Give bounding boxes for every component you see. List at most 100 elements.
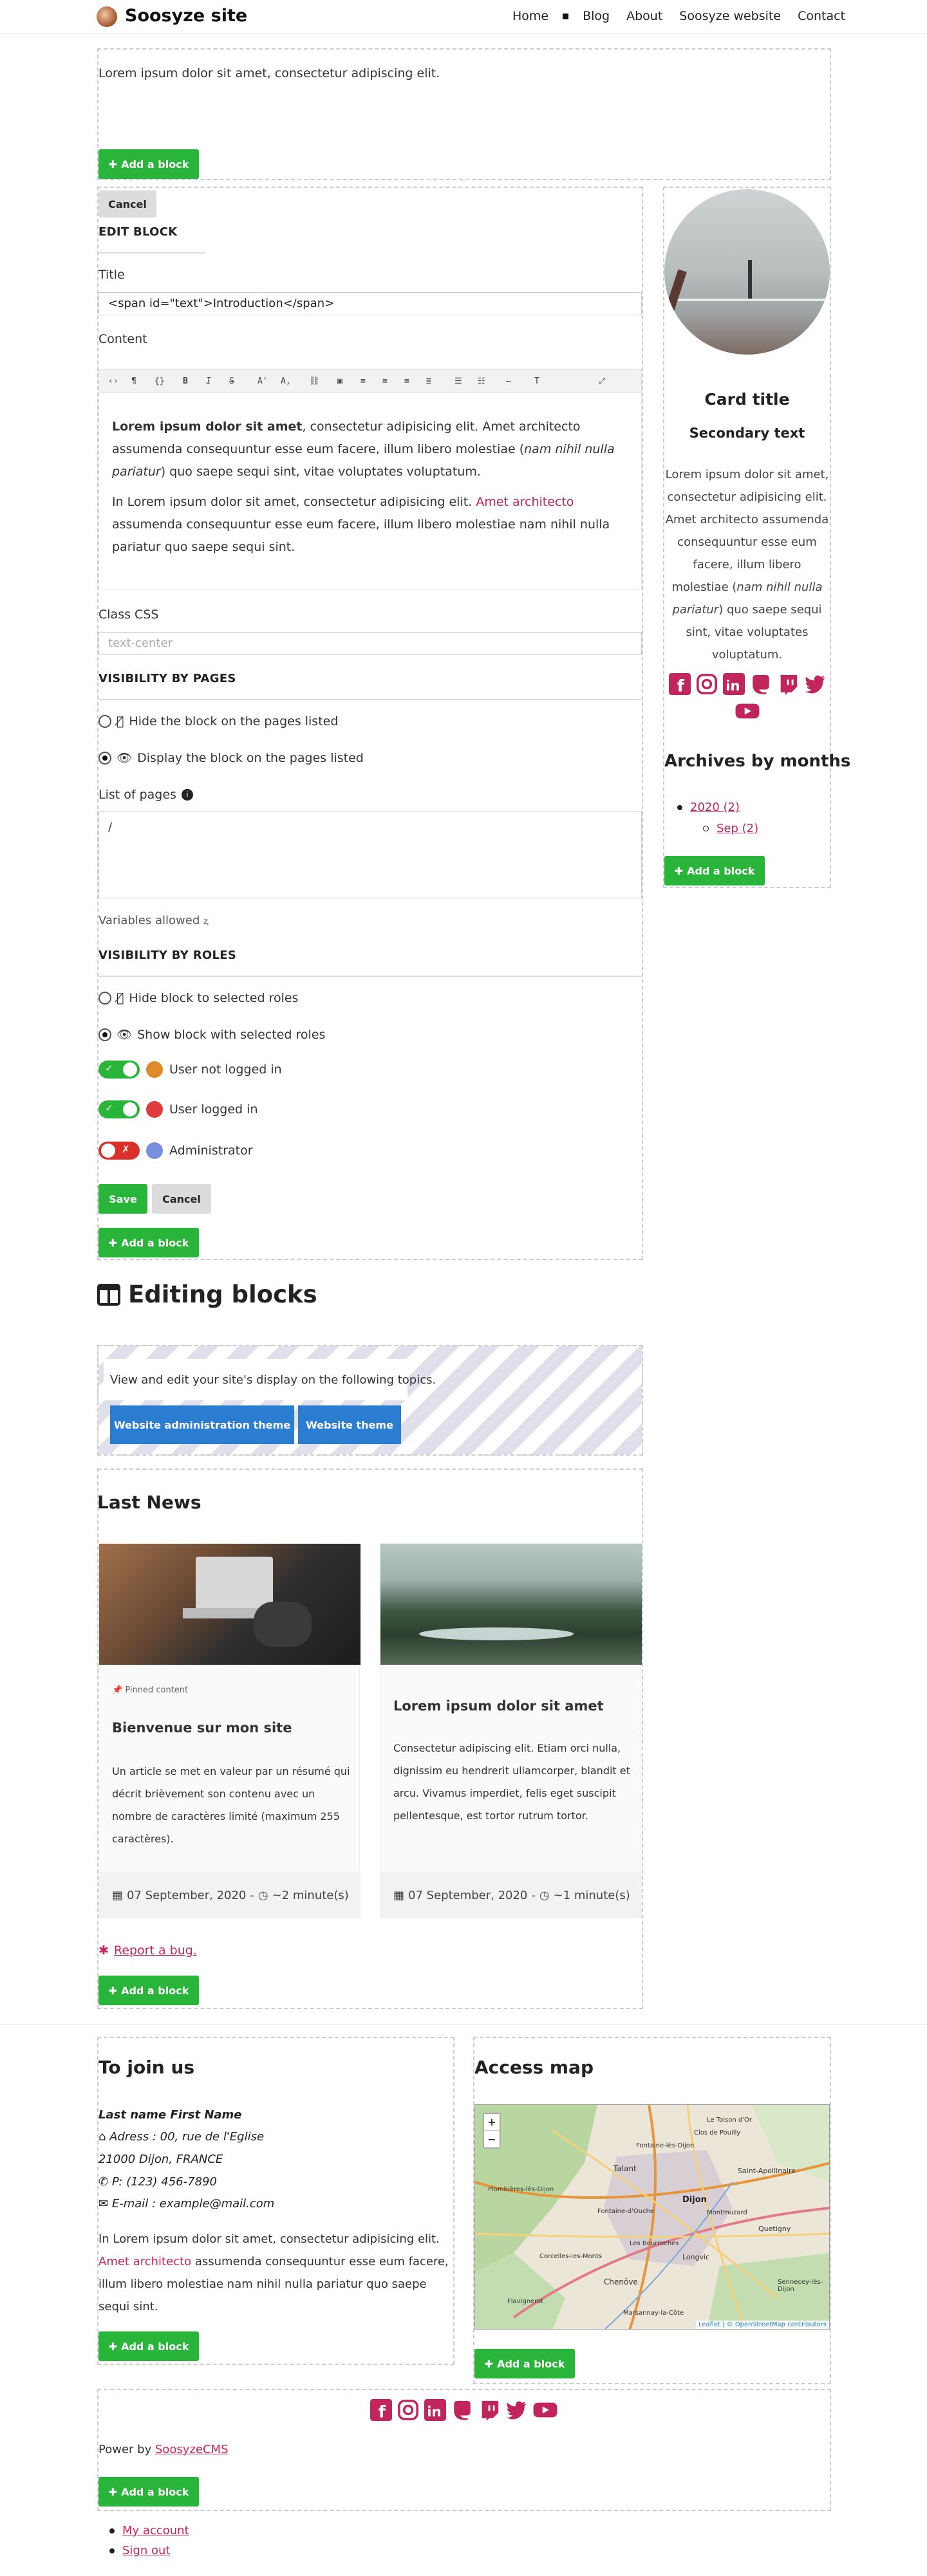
twitch-icon[interactable]: [777, 673, 799, 695]
role-toggle[interactable]: ✓: [98, 1061, 140, 1079]
add-block-button[interactable]: ✚ Add a block: [98, 149, 199, 179]
content-paragraph-2: In Lorem ipsum dolor sit amet, consectet…: [112, 495, 610, 554]
subscript-icon[interactable]: A,: [281, 376, 309, 386]
nav-about[interactable]: About: [626, 9, 662, 23]
hide-roles-radio[interactable]: [98, 992, 111, 1005]
website-theme-button[interactable]: Website theme: [298, 1405, 401, 1444]
clear-format-icon[interactable]: T: [534, 376, 599, 386]
align-right-icon[interactable]: ≡: [404, 376, 426, 386]
align-justify-icon[interactable]: ≣: [426, 376, 454, 386]
save-button[interactable]: Save: [98, 1184, 147, 1214]
title-input[interactable]: <span id="text">Introduction</span>: [98, 292, 642, 315]
nav-soosyze-website[interactable]: Soosyze website: [679, 9, 781, 23]
editing-blocks-panel: View and edit your site's display on the…: [97, 1345, 643, 1456]
cancel-button[interactable]: Cancel: [152, 1184, 211, 1214]
twitter-icon[interactable]: [505, 2399, 527, 2421]
article-card[interactable]: Lorem ipsum dolor sit amet Consectetur a…: [380, 1543, 642, 1918]
article-title[interactable]: Lorem ipsum dolor sit amet: [393, 1698, 604, 1714]
article-title[interactable]: Bienvenue sur mon site: [112, 1720, 292, 1736]
show-roles-radio[interactable]: [98, 1028, 111, 1041]
add-block-button[interactable]: ✚ Add a block: [98, 1228, 199, 1257]
mastodon-icon[interactable]: [451, 2399, 473, 2421]
join-heading: To join us: [98, 2057, 195, 2078]
youtube-icon[interactable]: [735, 700, 760, 722]
display-pages-radio[interactable]: [98, 751, 111, 764]
add-block-button[interactable]: ✚ Add a block: [664, 856, 765, 885]
twitter-icon[interactable]: [804, 673, 826, 695]
youtube-icon[interactable]: [532, 2399, 558, 2421]
add-block-button[interactable]: ✚ Add a block: [98, 2477, 199, 2507]
code-view-icon[interactable]: ‹›: [108, 376, 131, 386]
plus-icon: ✚: [108, 158, 118, 171]
nav-blog[interactable]: Blog: [583, 9, 610, 23]
twitch-icon[interactable]: [478, 2399, 500, 2421]
nav-contact[interactable]: Contact: [798, 9, 845, 23]
linkedin-icon[interactable]: in: [424, 2399, 446, 2421]
archive-month-item: Sep (2): [703, 822, 758, 835]
link-icon[interactable]: ⛓: [309, 376, 337, 386]
numbered-list-icon[interactable]: ☷: [478, 376, 506, 386]
report-bug-link[interactable]: ✱ Report a bug.: [98, 1943, 197, 1958]
heading-icon[interactable]: ¶: [131, 376, 154, 386]
map-attribution[interactable]: Leaflet | © OpenStreetMap contributors: [695, 2321, 829, 2329]
add-block-button[interactable]: ✚ Add a block: [98, 1976, 199, 2005]
map-label: Dijon: [682, 2195, 707, 2205]
archive-year-link[interactable]: 2020 (2): [690, 801, 740, 814]
align-center-icon[interactable]: ≡: [382, 376, 404, 386]
braces-icon[interactable]: {}: [154, 376, 183, 386]
instagram-icon[interactable]: [696, 673, 718, 695]
instagram-icon[interactable]: [397, 2399, 419, 2421]
variables-icon: ⱬ: [203, 917, 208, 927]
align-left-icon[interactable]: ≡: [360, 376, 382, 386]
superscript-icon[interactable]: A': [258, 376, 281, 386]
fullscreen-icon[interactable]: ⤢: [599, 376, 612, 386]
visibility-roles-heading: VISIBILITY BY ROLES: [98, 949, 237, 962]
bold-icon[interactable]: B: [183, 376, 206, 386]
list-pages-label: List of pages i: [98, 788, 193, 802]
card-image: [664, 189, 830, 355]
mastodon-icon[interactable]: [750, 673, 772, 695]
add-block-button[interactable]: ✚ Add a block: [98, 2331, 199, 2361]
horizontal-rule-icon[interactable]: —: [506, 376, 534, 386]
hide-pages-option[interactable]: 👁̸ Hide the block on the pages listed: [98, 714, 338, 728]
sign-out-link[interactable]: Sign out: [122, 2544, 170, 2557]
image-icon[interactable]: ▣: [337, 376, 360, 386]
map-label: Flavignerot: [507, 2298, 544, 2305]
linkedin-icon[interactable]: in: [722, 673, 745, 695]
content-editor[interactable]: Lorem ipsum dolor sit amet, consectetur …: [98, 393, 642, 589]
info-icon[interactable]: i: [181, 789, 193, 801]
bullet-list-icon[interactable]: ☰: [454, 376, 478, 386]
access-map[interactable]: Talant Dijon Chenôve Saint-Apollinaire F…: [474, 2104, 830, 2330]
join-text: In Lorem ipsum dolor sit amet, consectet…: [98, 2232, 449, 2313]
hide-pages-radio[interactable]: [98, 715, 111, 728]
my-account-link[interactable]: My account: [122, 2524, 189, 2537]
content-link[interactable]: Amet architecto: [476, 495, 574, 509]
strike-icon[interactable]: S: [229, 376, 258, 386]
role-toggle[interactable]: ✓: [98, 1100, 140, 1118]
add-block-button[interactable]: ✚ Add a block: [474, 2349, 575, 2378]
cancel-top-button[interactable]: Cancel: [98, 190, 156, 218]
zoom-in-button[interactable]: +: [484, 2114, 500, 2131]
hide-roles-option[interactable]: 👁̸ Hide block to selected roles: [98, 991, 298, 1005]
soosyze-cms-link[interactable]: SoosyzeCMS: [155, 2443, 229, 2456]
site-logo[interactable]: [97, 6, 117, 27]
facebook-icon[interactable]: f: [668, 673, 691, 695]
bug-icon: ✱: [98, 1943, 109, 1958]
bullet-icon: [677, 804, 682, 810]
admin-theme-button[interactable]: Website administration theme: [110, 1405, 294, 1444]
article-meta: ▦ 07 September, 2020 - ◷ ~1 minute(s): [380, 1872, 642, 1918]
archive-month-link[interactable]: Sep (2): [716, 822, 758, 835]
article-card[interactable]: 📌 Pinned content Bienvenue sur mon site …: [98, 1543, 360, 1918]
join-link[interactable]: Amet architecto: [98, 2255, 191, 2268]
list-pages-textarea[interactable]: /: [98, 811, 642, 898]
display-pages-option[interactable]: 👁 Display the block on the pages listed: [98, 750, 364, 765]
zoom-out-button[interactable]: −: [484, 2131, 500, 2147]
nav-home[interactable]: Home: [512, 9, 548, 23]
site-title[interactable]: Soosyze site: [125, 6, 247, 26]
show-roles-option[interactable]: 👁 Show block with selected roles: [98, 1027, 325, 1042]
facebook-icon[interactable]: f: [370, 2399, 392, 2421]
role-toggle[interactable]: ✗: [98, 1142, 140, 1160]
class-css-input[interactable]: text-center: [98, 632, 642, 655]
variables-allowed[interactable]: Variables allowed ⱬ: [98, 914, 208, 927]
italic-icon[interactable]: I: [206, 376, 229, 386]
